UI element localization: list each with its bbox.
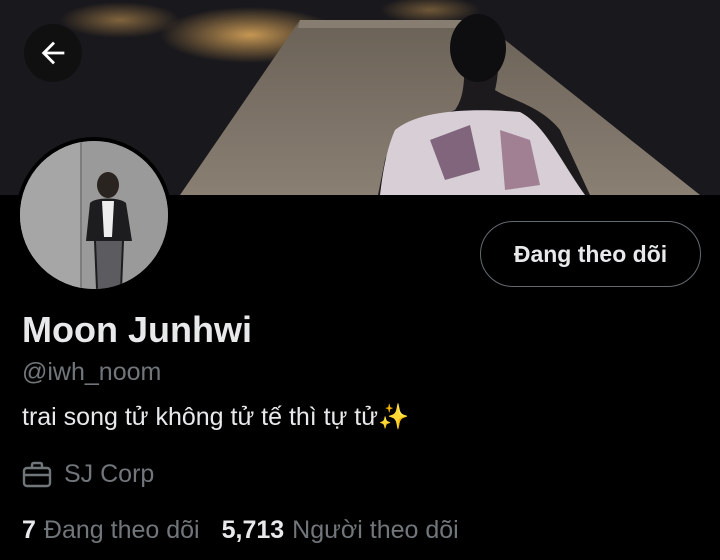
profile-stats: 7 Đang theo dõi 5,713 Người theo dõi [22, 516, 459, 545]
user-handle: @iwh_noom [22, 358, 162, 386]
profile-work: SJ Corp [22, 460, 154, 489]
avatar[interactable] [16, 137, 172, 293]
followers-count: 5,713 [221, 516, 285, 544]
back-button[interactable] [24, 24, 82, 82]
following-count: 7 [22, 516, 36, 544]
arrow-left-icon [41, 41, 65, 65]
followers-label: Người theo dõi [292, 516, 459, 544]
following-button-label: Đang theo dõi [513, 240, 668, 267]
followers-stat[interactable]: 5,713 Người theo dõi [222, 516, 459, 545]
briefcase-icon [22, 461, 52, 487]
following-stat[interactable]: 7 Đang theo dõi [22, 516, 200, 545]
following-button[interactable]: Đang theo dõi [480, 221, 701, 287]
work-label: SJ Corp [64, 460, 155, 488]
following-label: Đang theo dõi [43, 516, 200, 544]
bio: trai song tử không tử tế thì tự tử✨ [22, 403, 410, 431]
display-name: Moon Junhwi [22, 309, 252, 350]
avatar-photo [20, 141, 168, 289]
